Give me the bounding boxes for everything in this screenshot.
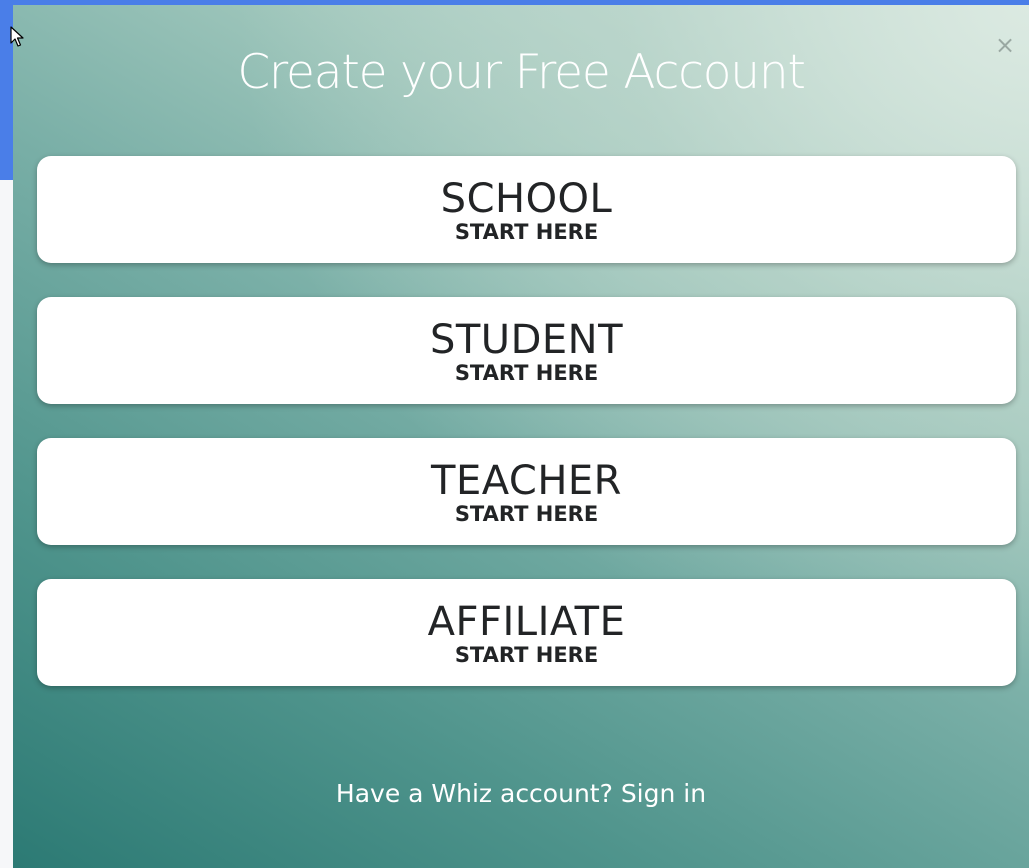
student-option-button[interactable]: STUDENT START HERE [37,297,1016,404]
teacher-option-button[interactable]: TEACHER START HERE [37,438,1016,545]
close-button[interactable]: × [993,33,1017,57]
affiliate-option-button[interactable]: AFFILIATE START HERE [37,579,1016,686]
modal-title: Create your Free Account [237,45,806,100]
option-title-teacher: TEACHER [431,457,622,504]
school-option-button[interactable]: SCHOOL START HERE [37,156,1016,263]
option-subtitle-student: START HERE [454,360,599,385]
sign-in-link[interactable]: Sign in [621,779,706,808]
mouse-pointer-icon [10,26,24,47]
signin-prompt-text: Have a Whiz account? [335,779,613,808]
option-title-affiliate: AFFILIATE [427,598,626,645]
create-account-modal: Create your Free Account × SCHOOL START … [13,5,1029,868]
option-subtitle-teacher: START HERE [454,501,599,526]
signin-prompt: Have a Whiz account? Sign in [13,778,1029,810]
close-icon: × [994,31,1016,59]
option-subtitle-affiliate: START HERE [454,642,599,667]
option-subtitle-school: START HERE [454,219,599,244]
account-type-list: SCHOOL START HERE STUDENT START HERE TEA… [37,156,1016,720]
option-title-student: STUDENT [429,316,624,363]
option-title-school: SCHOOL [440,175,613,222]
